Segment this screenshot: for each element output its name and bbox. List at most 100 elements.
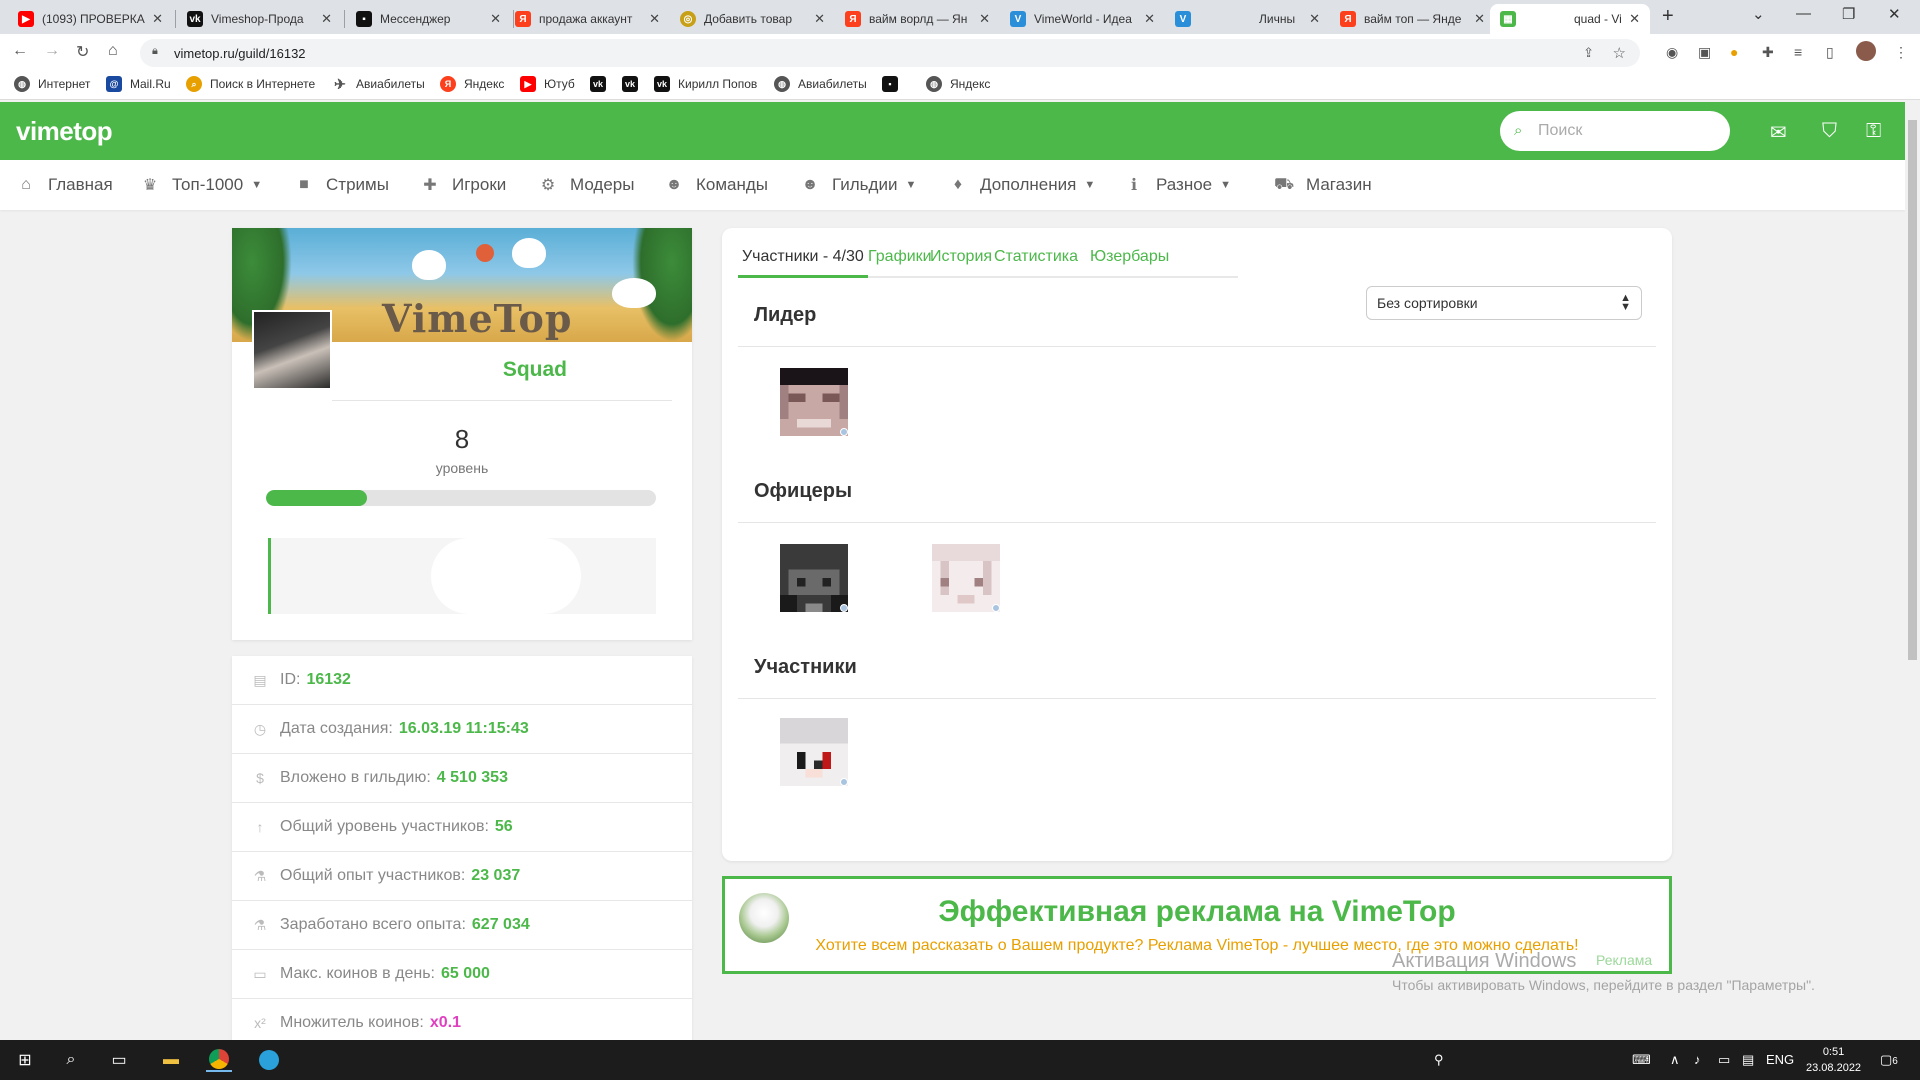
tab-history[interactable]: История [926, 248, 996, 278]
bookmark[interactable]: ✈ Авиабилеты [332, 76, 425, 92]
skin-face [932, 544, 1000, 612]
shield-icon[interactable]: ⛉ [1822, 120, 1837, 143]
network-icon[interactable]: ▤ [1742, 1052, 1754, 1068]
nav-teams[interactable]: ☻ Команды [664, 175, 768, 195]
nav-moderators[interactable]: ⚙ Модеры [538, 175, 635, 195]
tray-expand-icon[interactable]: ∧ [1670, 1052, 1680, 1068]
nav-addons[interactable]: ♦ Дополнения ▼ [948, 175, 1095, 195]
member-skin[interactable] [780, 368, 848, 436]
battery-icon[interactable]: ▭ [1718, 1052, 1730, 1068]
reading-list-icon[interactable]: ≡ [1794, 44, 1802, 60]
sort-select[interactable]: Без сортировки ▲ ▼ [1366, 286, 1642, 320]
bookmark[interactable]: @ Mail.Ru [106, 76, 171, 92]
extension-icon[interactable]: ▣ [1698, 44, 1711, 61]
bookmark[interactable]: vk [622, 76, 646, 92]
site-logo[interactable]: vimetop [16, 116, 113, 147]
vk-extension-icon[interactable]: ◉ [1666, 44, 1678, 61]
bookmark[interactable]: ◍ Авиабилеты [774, 76, 867, 92]
clock[interactable]: 0:51 23.08.2022 [1806, 1044, 1861, 1076]
member-skin[interactable] [780, 718, 848, 786]
browser-tab[interactable]: Я вайм топ — Янде ✕ [1330, 4, 1495, 34]
scroll-thumb[interactable] [1908, 120, 1917, 660]
close-icon[interactable]: ✕ [649, 11, 660, 27]
nav-home[interactable]: ⌂ Главная [16, 175, 113, 195]
folder-icon[interactable]: ▬ [158, 1048, 184, 1072]
browser-tab[interactable]: ▶ (1093) ПРОВЕРКА ✕ [8, 4, 173, 34]
bookmark[interactable]: ▶ Ютуб [520, 76, 575, 92]
key-icon[interactable]: ⚿ [1866, 120, 1881, 143]
browser-tab[interactable]: V Личны ✕ [1165, 4, 1330, 34]
home-icon[interactable]: ⌂ [108, 42, 118, 60]
cookie-extension-icon[interactable]: ● [1730, 44, 1738, 60]
browser-tab[interactable]: ▪ Мессенджер ✕ [346, 4, 511, 34]
nav-guilds[interactable]: ☻ Гильдии ▼ [800, 175, 917, 195]
bookmark[interactable]: ⌕ Поиск в Интернете [186, 76, 315, 92]
bookmark[interactable]: ▪ [882, 76, 906, 92]
browser-tab[interactable]: Я продажа аккаунт ✕ [505, 4, 670, 34]
tab-userbars[interactable]: Юзербары [1086, 248, 1173, 278]
search-box[interactable]: ⌕ [1500, 111, 1730, 151]
tab-statistics[interactable]: Статистика [990, 248, 1082, 278]
profile-avatar[interactable] [1856, 41, 1876, 61]
browser-tab[interactable]: Я вайм ворлд — Ян ✕ [835, 4, 1000, 34]
telegram-icon[interactable] [256, 1048, 282, 1072]
keyboard-icon[interactable]: ⌨ [1632, 1052, 1651, 1068]
page-scrollbar[interactable] [1905, 102, 1920, 1040]
new-tab-button[interactable]: + [1662, 5, 1674, 28]
browser-tab-active[interactable]: ▦ quad - Vi ✕ [1490, 4, 1650, 34]
forward-icon[interactable]: → [44, 42, 60, 60]
menu-icon[interactable]: ⋮ [1894, 44, 1908, 61]
close-window-icon[interactable]: ✕ [1888, 5, 1901, 23]
stat-row: ⚗ Общий опыт участников: 23 037 [232, 852, 692, 901]
search-icon[interactable]: ⌕ [58, 1048, 84, 1072]
language-indicator[interactable]: ENG [1766, 1052, 1794, 1067]
tab-charts[interactable]: Графики [864, 248, 936, 278]
restore-icon[interactable]: ❐ [1842, 5, 1855, 23]
star-icon[interactable]: ☆ [1613, 44, 1626, 62]
dollar-icon: $ [256, 770, 264, 786]
minimize-icon[interactable]: — [1796, 5, 1811, 22]
member-skin[interactable] [780, 544, 848, 612]
member-skin[interactable] [932, 544, 1000, 612]
bookmark[interactable]: vk Кирилл Попов [654, 76, 757, 92]
address-bar[interactable]: 🔒︎ vimetop.ru/guild/16132 ⇪ ☆ [140, 39, 1640, 67]
browser-tab[interactable]: ◎ Добавить товар ✕ [670, 4, 835, 34]
nav-top-1000[interactable]: ♛ Топ-1000 ▼ [140, 175, 262, 195]
browser-tab[interactable]: vk Vimeshop-Прода ✕ [177, 4, 342, 34]
chrome-icon[interactable] [206, 1048, 232, 1072]
close-icon[interactable]: ✕ [152, 11, 163, 27]
nav-players[interactable]: ✚ Игроки [420, 175, 506, 195]
chat-icon[interactable]: ✉ [1770, 120, 1787, 145]
close-icon[interactable]: ✕ [979, 11, 990, 27]
browser-tab[interactable]: V VimeWorld - Идеа ✕ [1000, 4, 1165, 34]
search-input[interactable] [1538, 119, 1718, 143]
user-gear-icon: ⚙ [540, 177, 556, 194]
close-icon[interactable]: ✕ [1474, 11, 1485, 27]
close-icon[interactable]: ✕ [814, 11, 825, 27]
back-icon[interactable]: ← [12, 42, 28, 60]
notification-icon[interactable]: ▢6 [1880, 1052, 1898, 1068]
puzzle-icon[interactable]: ✚ [1762, 44, 1774, 61]
sidebar-icon[interactable]: ▯ [1826, 44, 1834, 61]
nav-misc[interactable]: ℹ Разное ▼ [1124, 175, 1231, 195]
share-icon[interactable]: ⇪ [1583, 45, 1594, 61]
vimeworld-icon: V [1175, 11, 1191, 27]
task-view-icon[interactable]: ▭ [106, 1048, 132, 1072]
tab-search-icon[interactable]: ⌄ [1752, 5, 1765, 23]
people-icon[interactable]: ⚲ [1434, 1052, 1444, 1068]
nav-shop[interactable]: ⛟ Магазин [1274, 175, 1372, 195]
bookmark[interactable]: ◍ Интернет [14, 76, 90, 92]
bookmark[interactable]: Я Яндекс [440, 76, 504, 92]
nav-streams[interactable]: ■ Стримы [294, 175, 389, 195]
tab-members[interactable]: Участники - 4/30 [738, 248, 868, 278]
close-icon[interactable]: ✕ [1144, 11, 1155, 27]
bookmark[interactable]: vk [590, 76, 614, 92]
windows-start-icon[interactable]: ⊞ [12, 1048, 38, 1072]
volume-icon[interactable]: ♪ [1694, 1052, 1701, 1067]
close-icon[interactable]: ✕ [1629, 11, 1640, 27]
close-icon[interactable]: ✕ [490, 11, 501, 27]
close-icon[interactable]: ✕ [1309, 11, 1320, 27]
reload-icon[interactable]: ↻ [76, 42, 89, 62]
close-icon[interactable]: ✕ [321, 11, 332, 27]
bookmark[interactable]: ◍ Яндекс [926, 76, 990, 92]
